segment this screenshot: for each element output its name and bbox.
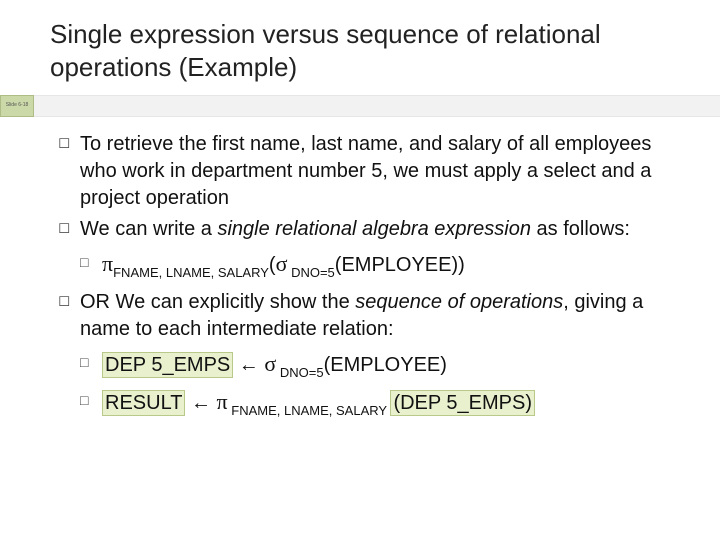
text-fragment: OR We can explicitly show the (80, 291, 355, 313)
sub-item: □ πFNAME, LNAME, SALARY(σ DNO=5(EMPLOYEE… (80, 249, 684, 281)
sub-bullet-icon: □ (80, 349, 102, 381)
bullet-text: We can write a single relational algebra… (80, 216, 684, 285)
text-fragment: as follows: (531, 218, 630, 240)
bullet-item: ◻ To retrieve the first name, last name,… (58, 131, 684, 212)
text-fragment: We can write a (80, 218, 217, 240)
sub-bullet-icon: □ (80, 249, 102, 281)
assign-arrow: ← (233, 354, 264, 376)
text-fragment: (EMPLOYEE) (324, 354, 447, 376)
sequence-step: DEP 5_EMPS ← σ DNO=5(EMPLOYEE) (102, 349, 684, 381)
slide-title: Single expression versus sequence of rel… (50, 18, 680, 83)
relational-expression: πFNAME, LNAME, SALARY(σ DNO=5(EMPLOYEE)) (102, 249, 684, 281)
projection-attrs: FNAME, LNAME, SALARY (113, 265, 269, 280)
sigma-symbol: σ (276, 251, 288, 276)
pi-symbol: π (217, 389, 228, 414)
bullet-icon: ◻ (58, 289, 80, 423)
text-fragment: ( (269, 254, 276, 276)
text-fragment: (EMPLOYEE)) (335, 254, 465, 276)
bullet-text: OR We can explicitly show the sequence o… (80, 289, 684, 423)
divider-row: Slide 6-18 (0, 95, 720, 117)
bullet-item: ◻ We can write a single relational algeb… (58, 216, 684, 285)
sub-item: □ DEP 5_EMPS ← σ DNO=5(EMPLOYEE) (80, 349, 684, 381)
bullet-item: ◻ OR We can explicitly show the sequence… (58, 289, 684, 423)
sequence-step: RESULT ← π FNAME, LNAME, SALARY (DEP 5_E… (102, 387, 684, 419)
text-emphasis: single relational algebra expression (217, 218, 531, 240)
text-emphasis: sequence of operations (355, 291, 563, 313)
assign-arrow: ← (185, 392, 216, 414)
bullet-icon: ◻ (58, 216, 80, 285)
projection-attrs: FNAME, LNAME, SALARY (228, 403, 391, 418)
content-area: ◻ To retrieve the first name, last name,… (0, 117, 720, 438)
bullet-icon: ◻ (58, 131, 80, 212)
title-area: Single expression versus sequence of rel… (0, 0, 720, 95)
selection-cond: DNO=5 (276, 365, 323, 380)
slide-number-tag: Slide 6-18 (0, 95, 34, 117)
bullet-text: To retrieve the first name, last name, a… (80, 131, 684, 212)
relation-name-highlight: RESULT (102, 390, 185, 416)
pi-symbol: π (102, 251, 113, 276)
relation-ref-highlight: (DEP 5_EMPS) (390, 390, 535, 416)
relation-name-highlight: DEP 5_EMPS (102, 352, 233, 378)
divider-bar (34, 95, 720, 117)
selection-cond: DNO=5 (287, 265, 334, 280)
sub-bullet-icon: □ (80, 387, 102, 419)
sub-item: □ RESULT ← π FNAME, LNAME, SALARY (DEP 5… (80, 387, 684, 419)
sigma-symbol: σ (264, 351, 276, 376)
